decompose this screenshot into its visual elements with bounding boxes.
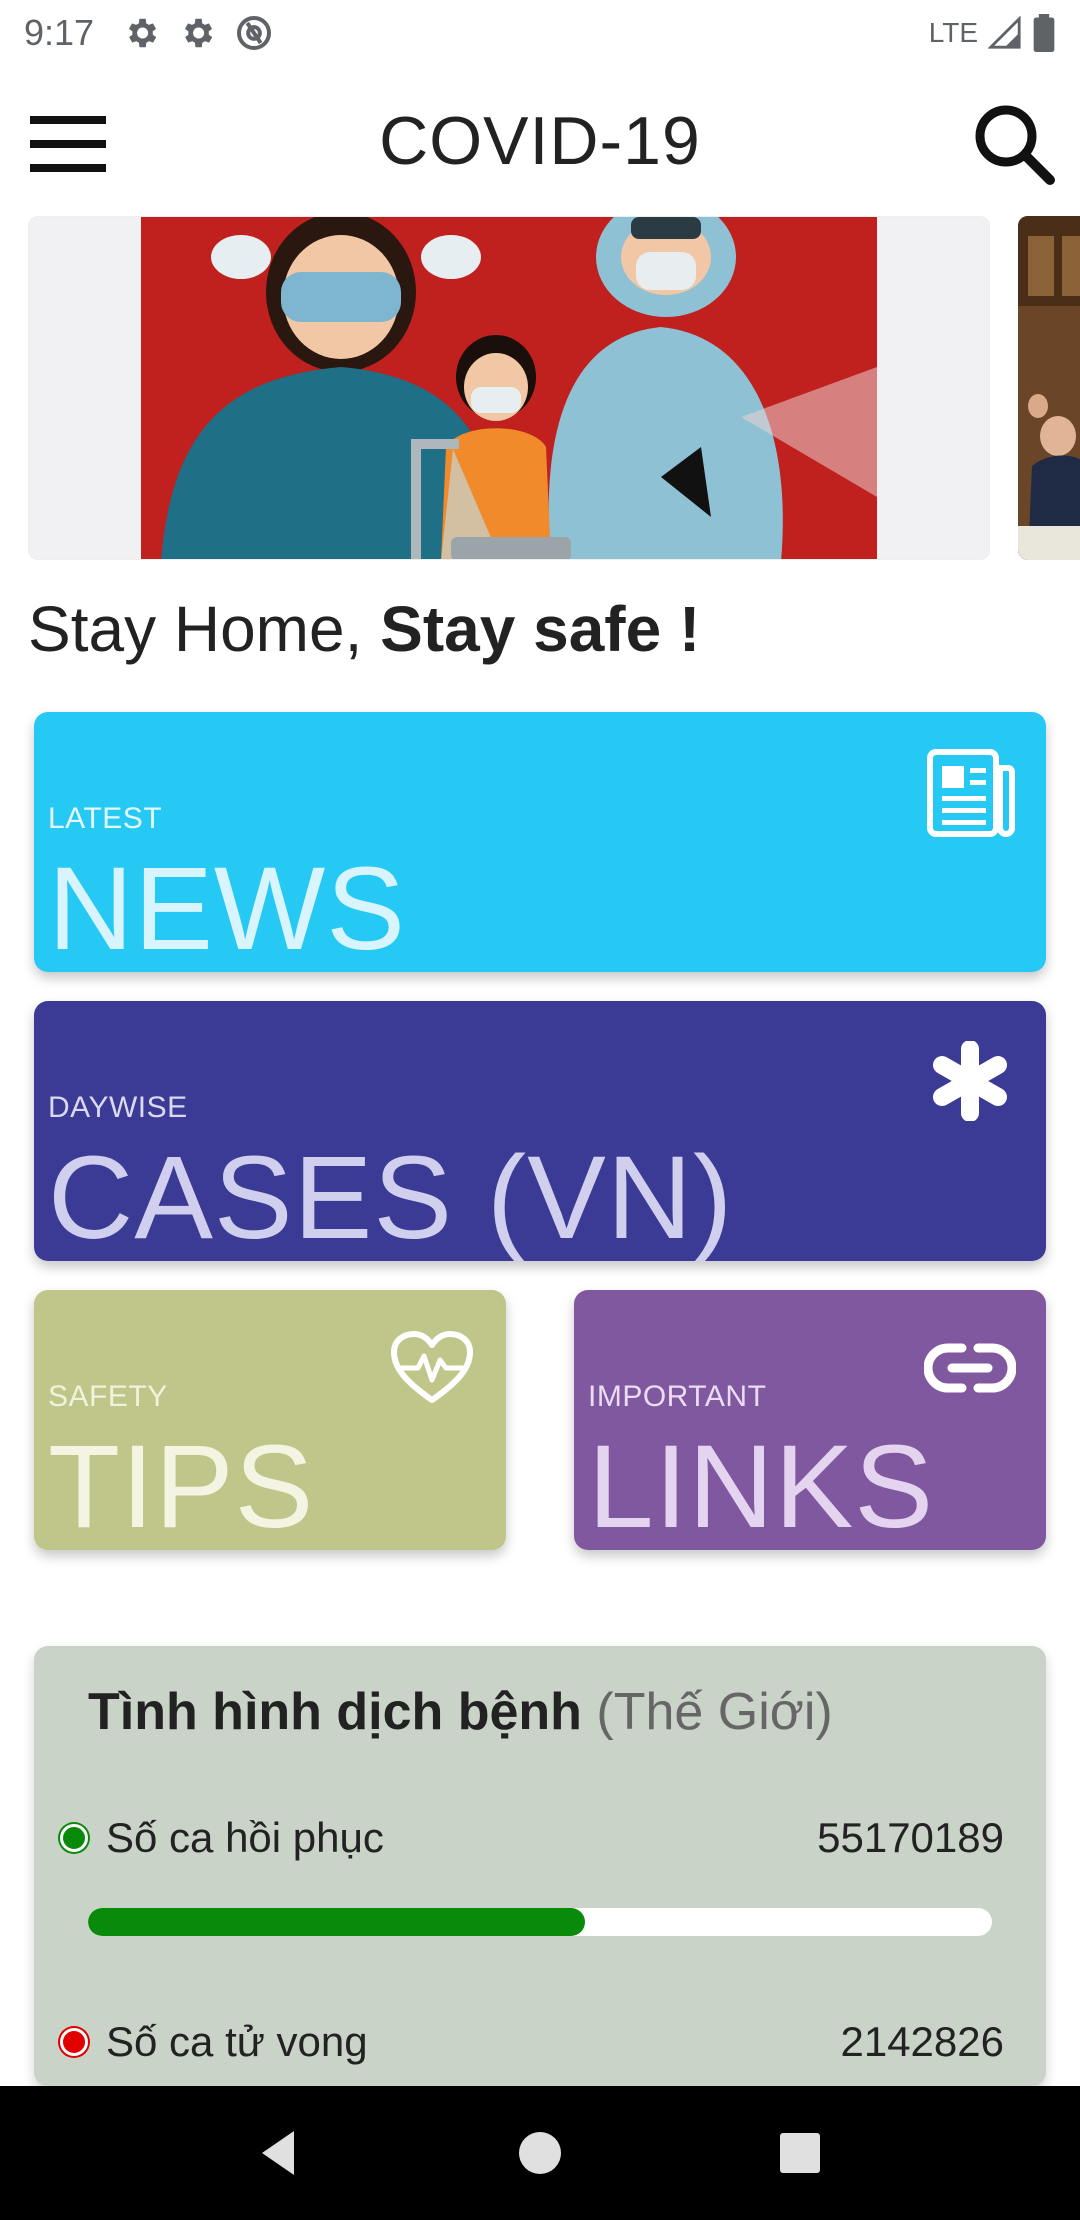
cases-eyebrow: DAYWISE [48,1091,188,1124]
battery-icon [1033,14,1055,52]
recovered-progress-bar [88,1908,992,1936]
status-bar: 9:17 LTE [0,0,1080,66]
daywise-cases-tile[interactable]: DAYWISE CASES (VN) [34,1001,1046,1261]
tips-eyebrow: SAFETY [48,1380,168,1413]
search-icon[interactable] [972,102,1056,186]
recovered-row: Số ca hồi phục 55170189 [58,1808,1024,1868]
at-sign-icon [237,16,272,50]
meeting-photo [1018,216,1080,560]
deaths-value: 2142826 [840,2018,1004,2065]
home-icon[interactable] [510,2123,570,2183]
settings-icon [185,18,213,48]
links-title: LINKS [588,1421,935,1550]
asterisk-icon [933,1041,1007,1121]
signal-icon [988,16,1021,49]
newspaper-icon [927,749,1015,837]
tagline-normal: Stay Home, [28,593,381,665]
recovered-progress-fill [88,1908,586,1936]
important-links-tile[interactable]: IMPORTANT LINKS [574,1290,1046,1550]
menu-icon[interactable] [30,114,106,174]
deaths-row: Số ca tử vong 2142826 [58,2012,1024,2072]
heartbeat-icon [391,1331,473,1403]
image-carousel[interactable] [0,216,1080,562]
covid-poster-illustration [141,217,877,559]
app-title: COVID-19 [379,103,701,179]
status-time: 9:17 [24,12,95,53]
recents-icon[interactable] [770,2123,830,2183]
carousel-slide-next[interactable] [1018,216,1080,560]
safety-tips-tile[interactable]: SAFETY TIPS [34,1290,506,1550]
latest-news-tile[interactable]: LATEST NEWS [34,712,1046,972]
status-notification-icons [122,13,274,53]
links-eyebrow: IMPORTANT [588,1380,767,1413]
system-navigation-bar [0,2086,1080,2220]
settings-icon [129,18,157,48]
carousel-slide[interactable] [28,216,990,560]
link-icon [924,1343,1016,1393]
deaths-indicator-icon [60,2028,88,2056]
recovered-indicator-icon [60,1824,88,1852]
stats-heading-title: Tình hình dịch bệnh [88,1683,582,1741]
news-title: NEWS [48,843,406,972]
stats-heading-scope: (Thế Giới) [596,1683,833,1741]
cases-title: CASES (VN) [48,1132,734,1261]
deaths-label: Số ca tử vong [106,2018,368,2065]
stats-heading: Tình hình dịch bệnh (Thế Giới) [88,1682,833,1742]
recovered-label: Số ca hồi phục [106,1814,384,1861]
app-bar: COVID-19 [0,66,1080,216]
recovered-value: 55170189 [817,1814,1004,1861]
network-type: LTE [928,17,978,48]
back-icon[interactable] [250,2123,310,2183]
tips-title: TIPS [48,1421,315,1550]
status-system-icons: LTE [929,14,1056,52]
tagline: Stay Home, Stay safe ! [28,592,700,666]
world-stats-card: Tình hình dịch bệnh (Thế Giới) Số ca hồi… [34,1646,1046,2086]
news-eyebrow: LATEST [48,802,163,835]
tagline-bold: Stay safe ! [380,593,701,665]
